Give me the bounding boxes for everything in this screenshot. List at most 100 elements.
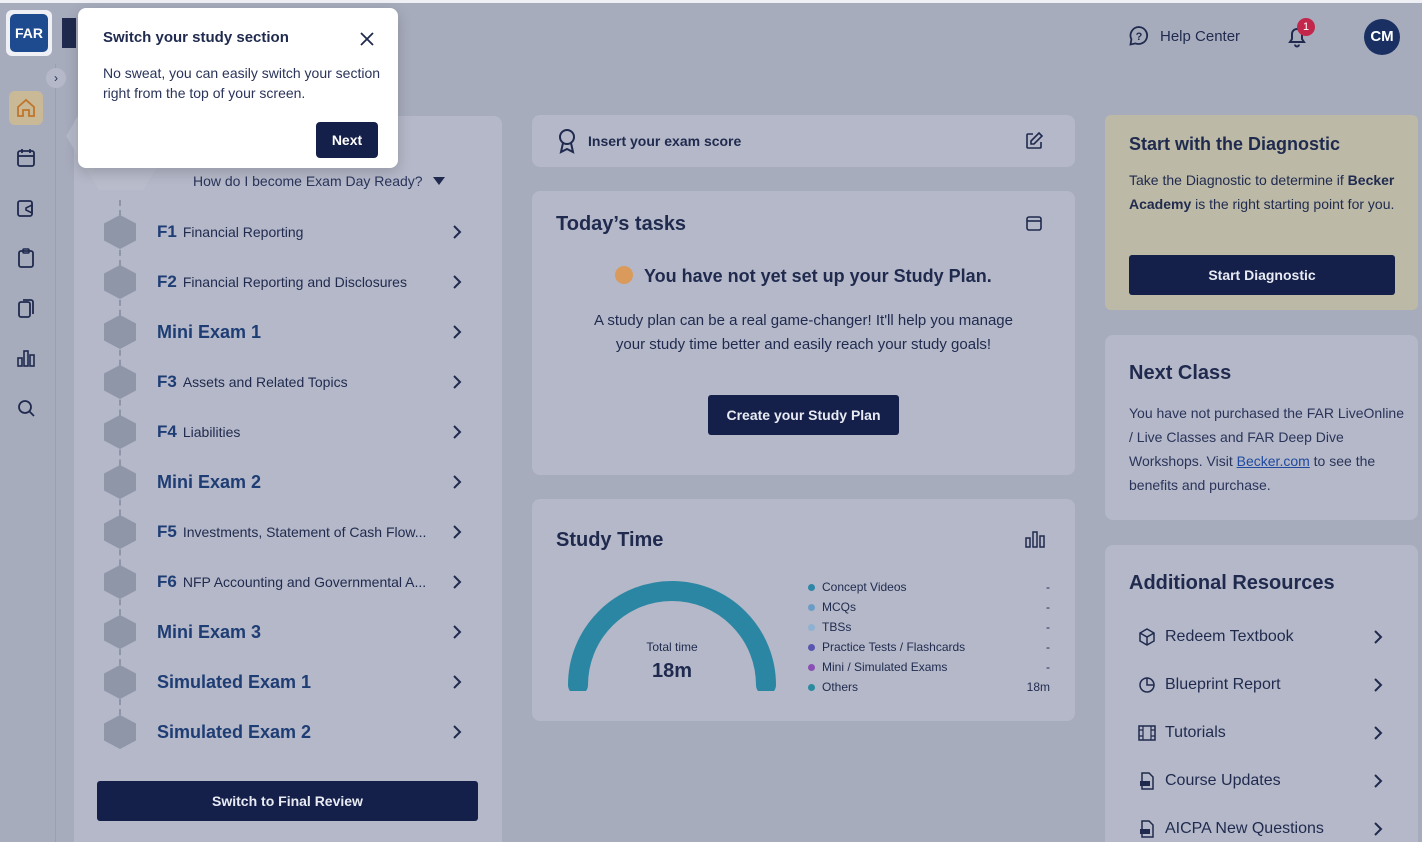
close-icon[interactable] xyxy=(358,30,376,48)
hex-marker xyxy=(104,465,136,499)
study-plan-status: You have not yet set up your Study Plan. xyxy=(532,266,1075,287)
onboarding-popover: Switch your study section No sweat, you … xyxy=(78,8,398,168)
becker-link[interactable]: Becker.com xyxy=(1237,453,1310,469)
resource-course-updates[interactable]: Course Updates xyxy=(1137,766,1387,796)
hex-marker xyxy=(104,515,136,549)
edit-icon[interactable] xyxy=(1024,131,1044,151)
nav-home[interactable] xyxy=(9,91,43,125)
video-calendar-icon[interactable] xyxy=(14,196,38,220)
caret-down-icon xyxy=(432,177,445,185)
course-item-f3[interactable]: F3 Assets and Related Topics xyxy=(104,362,474,402)
hex-marker xyxy=(104,715,136,749)
notification-count-badge: 1 xyxy=(1297,18,1315,36)
film-icon xyxy=(1138,725,1156,741)
legend-dot xyxy=(808,583,815,591)
diagnostic-desc-text: is the right starting point for you. xyxy=(1191,196,1395,212)
hex-marker xyxy=(104,315,136,349)
next-button[interactable]: Next xyxy=(316,122,378,158)
left-navigation: › xyxy=(0,64,66,842)
section-switcher[interactable]: FAR xyxy=(6,10,52,56)
legend-dot xyxy=(808,663,815,671)
chevron-right-icon xyxy=(453,675,462,689)
course-item-mini-exam-1[interactable]: Mini Exam 1 xyxy=(104,312,474,352)
legend-value: - xyxy=(1046,600,1050,614)
chevron-right-icon xyxy=(1374,726,1383,740)
exam-day-ready-label: How do I become Exam Day Ready? xyxy=(193,173,423,189)
resources-title: Additional Resources xyxy=(1129,572,1335,594)
study-time-legend: Concept Videos - MCQs - TBSs - Practice Tes… xyxy=(808,577,1050,697)
legend-dot xyxy=(808,623,815,631)
bar-chart-icon[interactable] xyxy=(14,346,38,370)
legend-value: - xyxy=(1046,580,1050,594)
legend-row: Practice Tests / Flashcards - xyxy=(808,637,1050,657)
course-item-f5[interactable]: F5 Investments, Statement of Cash Flow..… xyxy=(104,512,474,552)
course-item-simulated-exam-2[interactable]: Simulated Exam 2 xyxy=(104,712,474,752)
course-title: Investments, Statement of Cash Flow... xyxy=(182,524,427,540)
popover-body: No sweat, you can easily switch your sec… xyxy=(103,65,381,101)
resource-label: Tutorials xyxy=(1165,724,1226,741)
hex-marker xyxy=(104,215,136,249)
study-time-card: Study Time Total time 18m Concept Videos… xyxy=(532,499,1075,721)
hex-marker xyxy=(104,415,136,449)
chevron-right-icon xyxy=(1374,630,1383,644)
diagnostic-title: Start with the Diagnostic xyxy=(1129,134,1341,154)
bar-chart-icon[interactable] xyxy=(1024,529,1046,549)
calendar-icon[interactable] xyxy=(14,146,38,170)
legend-value: - xyxy=(1046,660,1050,674)
create-study-plan-button[interactable]: Create your Study Plan xyxy=(708,395,899,435)
course-item-f4[interactable]: F4 Liabilities xyxy=(104,412,474,452)
resource-blueprint-report[interactable]: Blueprint Report xyxy=(1137,670,1387,700)
resource-tutorials[interactable]: Tutorials xyxy=(1137,718,1387,748)
resource-aicpa-new-questions[interactable]: AICPA New Questions xyxy=(1137,814,1387,842)
resource-label: Course Updates xyxy=(1165,772,1281,789)
course-code: F3 xyxy=(157,372,177,391)
popover-title: Switch your study section xyxy=(103,29,289,46)
expand-sidebar-button[interactable]: › xyxy=(46,68,66,88)
search-icon[interactable] xyxy=(14,396,38,420)
switch-final-review-button[interactable]: Switch to Final Review xyxy=(97,781,478,821)
legend-dot xyxy=(808,643,815,651)
course-title: Mini Exam 2 xyxy=(157,471,262,492)
help-center-link[interactable]: ? Help Center xyxy=(1128,25,1240,47)
flashcards-icon[interactable] xyxy=(14,296,38,320)
course-item-mini-exam-3[interactable]: Mini Exam 3 xyxy=(104,612,474,652)
exam-day-ready-toggle[interactable]: How do I become Exam Day Ready? xyxy=(193,173,445,189)
diagnostic-desc-text: Take the Diagnostic to determine if xyxy=(1129,172,1348,188)
award-ribbon-icon xyxy=(559,129,575,154)
additional-resources-card: Additional Resources Redeem Textbook Blu… xyxy=(1105,545,1418,842)
legend-dot xyxy=(808,683,815,691)
resource-redeem-textbook[interactable]: Redeem Textbook xyxy=(1137,622,1387,652)
course-title: Financial Reporting xyxy=(182,224,304,240)
legend-value: 18m xyxy=(1026,680,1050,694)
course-item-mini-exam-2[interactable]: Mini Exam 2 xyxy=(104,462,474,502)
svg-text:?: ? xyxy=(1136,31,1143,43)
hex-marker xyxy=(104,565,136,599)
help-chat-icon: ? xyxy=(1129,26,1148,46)
clipboard-icon[interactable] xyxy=(14,246,38,270)
chevron-right-icon xyxy=(453,475,462,489)
course-title: Mini Exam 1 xyxy=(157,321,262,342)
chevron-right-icon xyxy=(453,725,462,739)
study-plan-description: A study plan can be a real game-changer!… xyxy=(594,312,1013,353)
legend-name: TBSs xyxy=(822,620,852,634)
legend-row: Mini / Simulated Exams - xyxy=(808,657,1050,677)
tasks-title: Today’s tasks xyxy=(556,213,687,235)
course-item-simulated-exam-1[interactable]: Simulated Exam 1 xyxy=(104,662,474,702)
user-avatar[interactable]: CM xyxy=(1364,19,1400,55)
chevron-right-icon xyxy=(453,325,462,339)
start-diagnostic-button[interactable]: Start Diagnostic xyxy=(1129,255,1395,295)
legend-name: Practice Tests / Flashcards xyxy=(822,640,966,654)
exam-score-card[interactable]: Insert your exam score xyxy=(532,115,1075,167)
course-item-f1[interactable]: F1 Financial Reporting xyxy=(104,212,474,252)
box-icon xyxy=(1139,628,1155,646)
course-item-f6[interactable]: F6 NFP Accounting and Governmental A... xyxy=(104,562,474,602)
legend-name: MCQs xyxy=(822,600,856,614)
resource-label: AICPA New Questions xyxy=(1165,820,1324,837)
next-class-title: Next Class xyxy=(1129,362,1232,384)
todays-tasks-card: Today’s tasks You have not yet set up yo… xyxy=(532,191,1075,475)
calendar-icon[interactable] xyxy=(1024,213,1044,233)
course-title: Simulated Exam 1 xyxy=(157,671,312,692)
course-item-f2[interactable]: F2 Financial Reporting and Disclosures xyxy=(104,262,474,302)
diagnostic-card: Start with the Diagnostic Take the Diagn… xyxy=(1105,115,1418,310)
course-code: F6 xyxy=(157,572,177,591)
